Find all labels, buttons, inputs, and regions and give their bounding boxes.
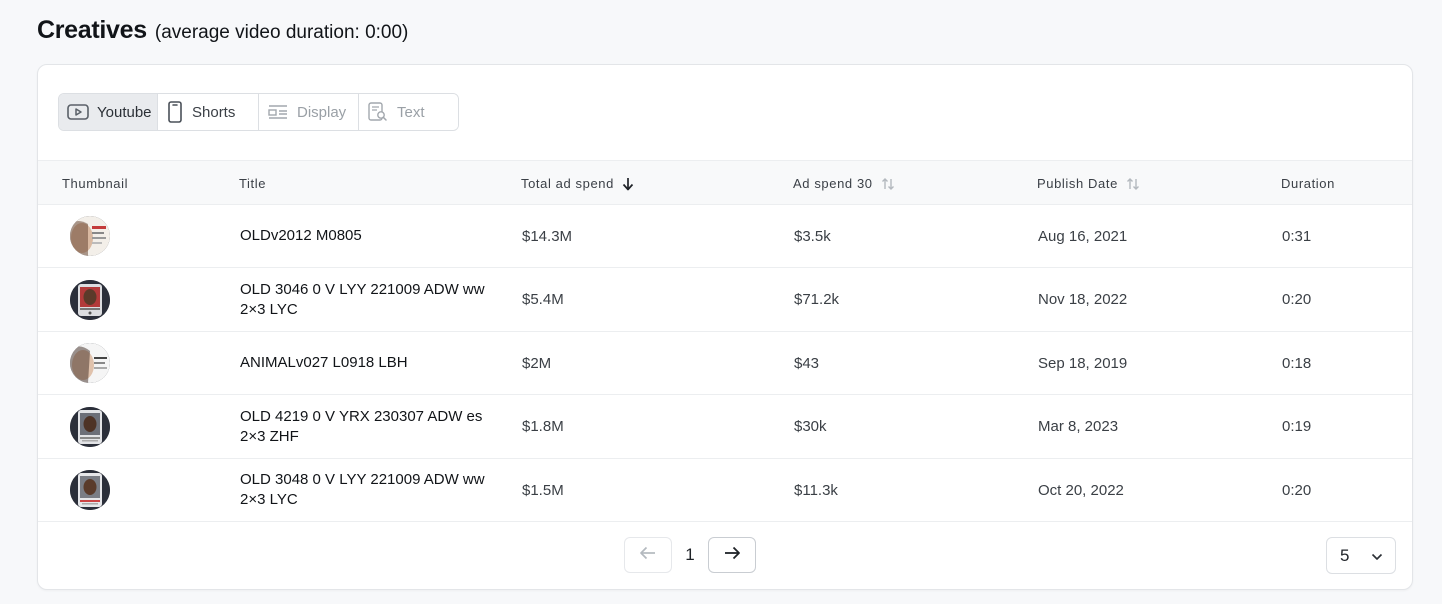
ad-spend-30-value: $43: [794, 354, 820, 372]
ad-spend-30-value: $71.2k: [794, 291, 840, 308]
page-size-select[interactable]: 5: [1326, 537, 1396, 574]
column-header-thumbnail: Thumbnail: [62, 161, 128, 206]
table-row[interactable]: OLD 3048 0 V LYY 221009 ADW ww 2×3 LYC $…: [38, 459, 1412, 522]
sort-toggle-icon[interactable]: [881, 177, 895, 191]
thumbnail-image[interactable]: [70, 279, 110, 320]
publish-date-value: Sep 18, 2019: [1038, 354, 1128, 372]
publish-date-value: Oct 20, 2022: [1038, 481, 1124, 499]
tab-display-label: Display: [297, 103, 347, 121]
column-header-publish-date[interactable]: Publish Date: [1037, 161, 1140, 206]
arrow-left-icon: [639, 546, 657, 565]
page-title: Creatives: [37, 16, 147, 44]
creative-title[interactable]: OLD 4219 0 V YRX 230307 ADW es 2×3 ZHF: [240, 395, 495, 458]
youtube-icon: [67, 103, 89, 121]
total-ad-spend-value: $1.5M: [522, 481, 564, 499]
thumbnail-cell: [70, 459, 110, 521]
total-ad-spend-value: $5.4M: [522, 291, 564, 308]
thumbnail-image[interactable]: [70, 470, 110, 510]
creative-title[interactable]: OLD 3048 0 V LYY 221009 ADW ww 2×3 LYC: [240, 459, 495, 521]
column-label: Thumbnail: [62, 176, 129, 191]
column-label: Ad spend 30: [793, 176, 873, 191]
phone-icon: [166, 101, 184, 123]
sort-descending-icon[interactable]: [622, 177, 634, 191]
column-label: Duration: [1281, 176, 1335, 191]
thumbnail-cell: [70, 395, 110, 458]
page-size-value: 5: [1340, 545, 1350, 565]
publish-date-value: Aug 16, 2021: [1038, 227, 1128, 245]
duration-value: 0:20: [1282, 291, 1312, 308]
thumbnail-cell: [70, 332, 110, 394]
tab-text[interactable]: Text: [359, 94, 458, 130]
table-row[interactable]: OLD 4219 0 V YRX 230307 ADW es 2×3 ZHF $…: [38, 395, 1412, 459]
table-header: Thumbnail Title Total ad spend Ad spend …: [38, 160, 1412, 205]
duration-value: 0:18: [1282, 354, 1312, 372]
creative-type-tabs: Youtube Shorts Display Text: [58, 93, 459, 131]
column-label: Title: [239, 176, 267, 191]
column-header-duration: Duration: [1281, 161, 1335, 206]
tab-display[interactable]: Display: [259, 94, 359, 130]
table-row[interactable]: OLDv2012 M0805 $14.3M $3.5k Aug 16, 2021…: [38, 205, 1412, 268]
tab-shorts-label: Shorts: [192, 103, 236, 121]
tab-youtube[interactable]: Youtube: [59, 94, 158, 130]
column-label: Publish Date: [1037, 176, 1118, 191]
next-page-button[interactable]: [708, 537, 756, 573]
page-subtitle: (average video duration: 0:00): [154, 22, 409, 43]
tab-youtube-label: Youtube: [97, 103, 152, 121]
column-header-title: Title: [239, 161, 266, 206]
column-header-ad-spend-30[interactable]: Ad spend 30: [793, 161, 895, 206]
total-ad-spend-value: $2M: [522, 354, 552, 372]
duration-value: 0:19: [1282, 418, 1312, 435]
ad-spend-30-value: $3.5k: [794, 227, 831, 245]
text-search-icon: [367, 102, 389, 122]
total-ad-spend-value: $14.3M: [522, 227, 573, 245]
arrow-right-icon: [723, 546, 741, 565]
duration-value: 0:20: [1282, 481, 1312, 499]
thumbnail-cell: [70, 268, 110, 331]
ad-spend-30-value: $30k: [794, 418, 827, 435]
section-heading: Creatives (average video duration: 0:00): [37, 16, 408, 45]
creative-title[interactable]: ANIMALv027 L0918 LBH: [240, 332, 495, 394]
thumbnail-image[interactable]: [70, 343, 110, 383]
column-label: Total ad spend: [521, 176, 614, 191]
display-layout-icon: [267, 103, 289, 121]
thumbnail-image[interactable]: [70, 406, 110, 447]
ad-spend-30-value: $11.3k: [794, 481, 838, 499]
publish-date-value: Mar 8, 2023: [1038, 418, 1119, 435]
creative-title[interactable]: OLD 3046 0 V LYY 221009 ADW ww 2×3 LYC: [240, 268, 495, 331]
table-row[interactable]: ANIMALv027 L0918 LBH $2M $43 Sep 18, 201…: [38, 332, 1412, 395]
tab-shorts[interactable]: Shorts: [158, 94, 259, 130]
creative-title[interactable]: OLDv2012 M0805: [240, 205, 495, 267]
thumbnail-image[interactable]: [70, 216, 110, 256]
sort-toggle-icon[interactable]: [1126, 177, 1140, 191]
total-ad-spend-value: $1.8M: [522, 418, 564, 435]
duration-value: 0:31: [1282, 227, 1312, 245]
creatives-card: Youtube Shorts Display Text Thumbnail Ti…: [37, 64, 1413, 590]
publish-date-value: Nov 18, 2022: [1038, 291, 1128, 308]
previous-page-button[interactable]: [624, 537, 672, 573]
table-row[interactable]: OLD 3046 0 V LYY 221009 ADW ww 2×3 LYC $…: [38, 268, 1412, 332]
current-page-number: 1: [685, 545, 695, 564]
thumbnail-cell: [70, 205, 110, 267]
tab-text-label: Text: [397, 103, 425, 121]
column-header-total-ad-spend[interactable]: Total ad spend: [521, 161, 634, 206]
chevron-down-icon: [1371, 546, 1383, 566]
